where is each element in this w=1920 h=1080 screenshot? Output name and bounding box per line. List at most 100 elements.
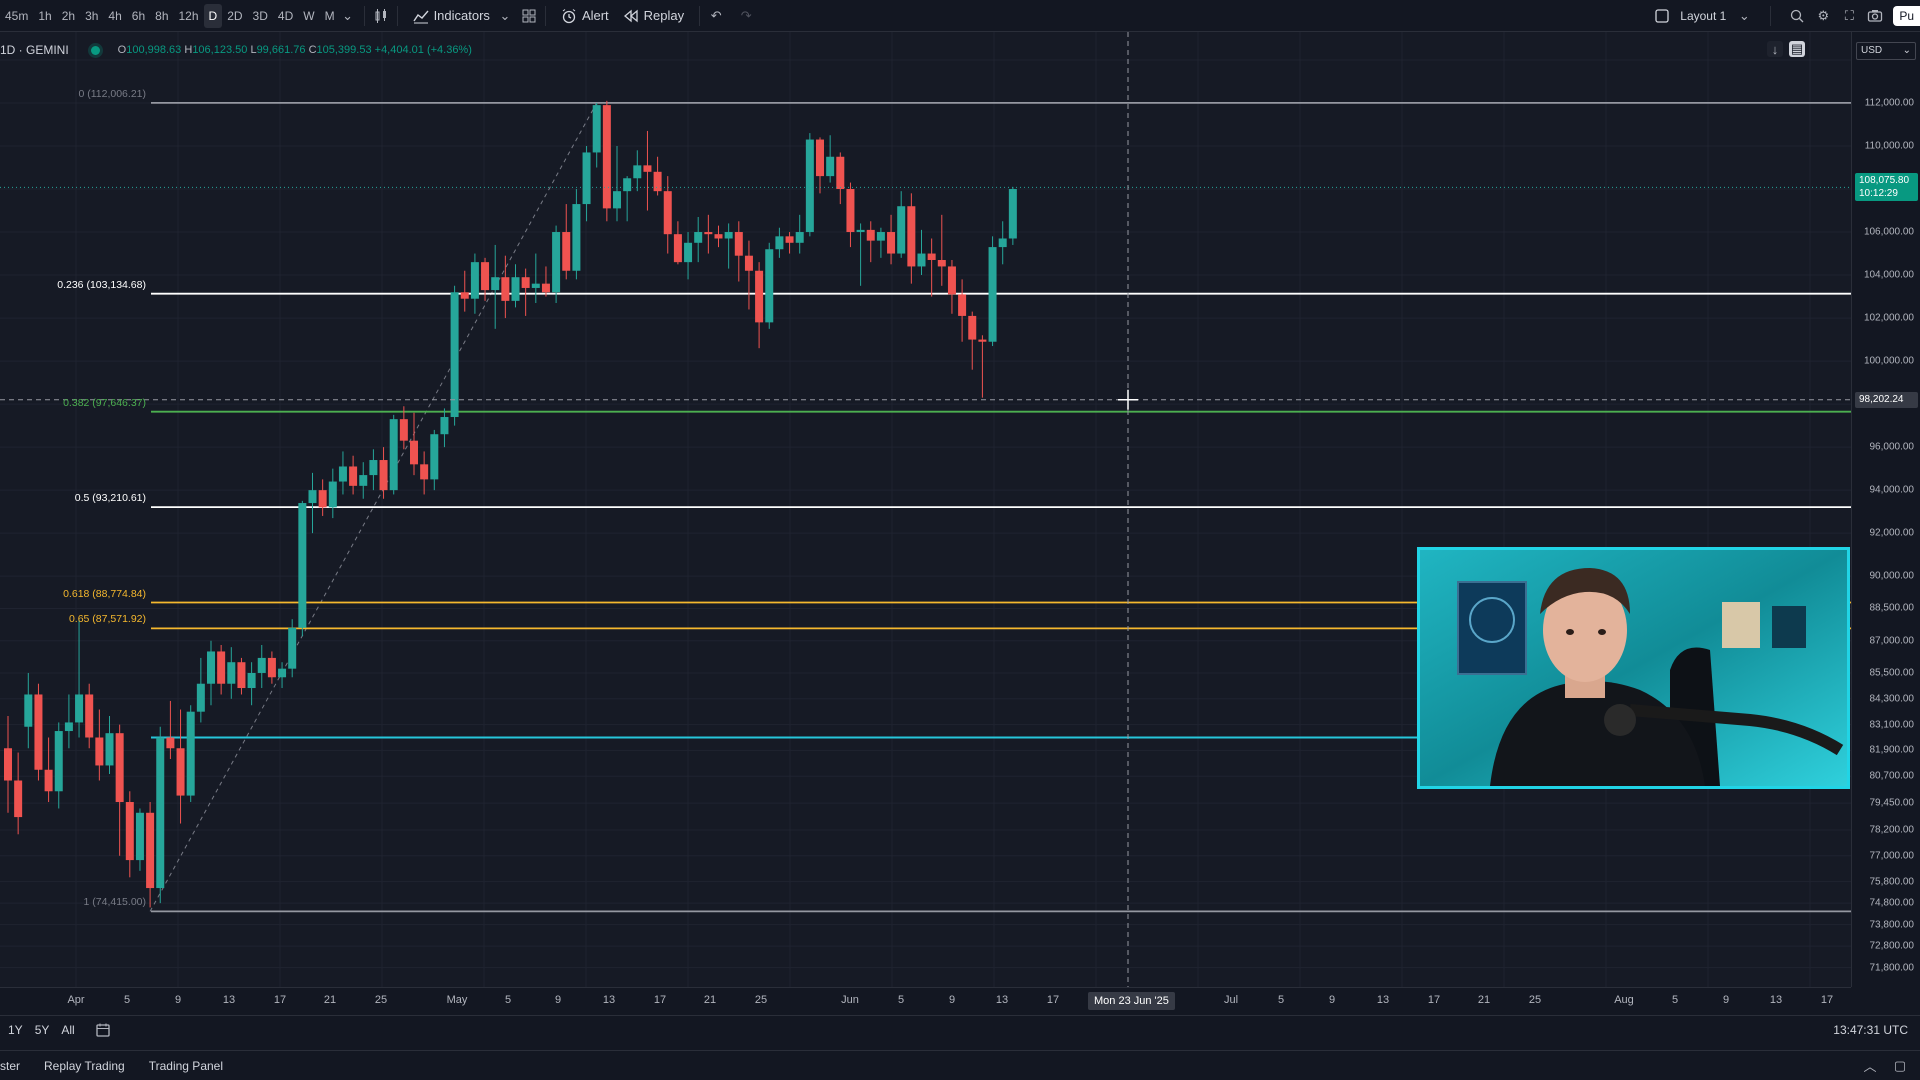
timeframe-8h[interactable]: 8h: [150, 4, 173, 28]
price-tick-label: 112,000.00: [1864, 97, 1914, 109]
candle-body: [653, 171, 662, 192]
candle-body: [115, 733, 124, 803]
indicators-button[interactable]: Indicators: [406, 3, 497, 29]
time-tick-label: 13: [1376, 994, 1390, 1006]
time-tick-label: Jun: [841, 994, 859, 1006]
candle-body: [369, 460, 378, 476]
price-axis[interactable]: ↓ ▤ USD⌄ 112,000.00110,000.00108,000.001…: [1767, 32, 1920, 987]
rewind-icon: [623, 8, 639, 24]
bottom-tab-trading-panel[interactable]: Trading Panel: [137, 1059, 235, 1073]
timeframe-3D[interactable]: 3D: [248, 4, 273, 28]
timeframe-W[interactable]: W: [298, 4, 319, 28]
toolbar-divider: [1770, 6, 1772, 26]
candle-body: [958, 294, 967, 316]
calendar-range-icon[interactable]: [95, 1022, 111, 1038]
candle-body: [389, 419, 398, 491]
price-tick-label: 94,000.00: [1869, 484, 1915, 496]
candlestick-chart[interactable]: [0, 32, 1851, 987]
arrow-down-icon[interactable]: ↓: [1767, 41, 1783, 57]
templates-grid-icon[interactable]: [521, 8, 537, 24]
quick-search-icon[interactable]: [1789, 8, 1805, 24]
price-tick-label: 79,450.00: [1869, 797, 1915, 809]
candle-body: [278, 668, 287, 678]
alert-button[interactable]: Alert: [554, 3, 616, 29]
candle-body: [785, 236, 794, 243]
range-1y[interactable]: 1Y: [2, 1023, 29, 1037]
timeframe-4D[interactable]: 4D: [273, 4, 298, 28]
candle-body: [602, 105, 611, 209]
candle-body: [633, 165, 642, 179]
candle-body: [613, 191, 621, 209]
toolbar-divider: [396, 5, 398, 26]
timeframe-1h[interactable]: 1h: [33, 4, 56, 28]
timeframe-4h[interactable]: 4h: [103, 4, 126, 28]
timeframe-12h[interactable]: 12h: [174, 4, 204, 28]
time-tick-label: 17: [273, 994, 287, 1006]
candle-body: [572, 204, 581, 271]
axis-controls: ↓ ▤: [1767, 41, 1805, 57]
time-tick-label: 17: [1427, 994, 1441, 1006]
candle-type-icon[interactable]: [373, 8, 389, 24]
candle-body: [4, 748, 12, 781]
object-tree-icon[interactable]: ▤: [1789, 41, 1805, 57]
price-tick-label: 104,000.00: [1863, 269, 1914, 281]
layout-square-icon[interactable]: [1654, 8, 1670, 24]
time-tick-label: 21: [703, 994, 717, 1006]
maximize-panel-icon[interactable]: ▢: [1892, 1058, 1908, 1074]
timeframe-6h[interactable]: 6h: [127, 4, 150, 28]
time-tick-label: 17: [653, 994, 667, 1006]
candle-body: [85, 694, 94, 738]
publish-button[interactable]: Pu: [1893, 6, 1920, 26]
timeframe-45m[interactable]: 45m: [0, 4, 33, 28]
candle-body: [298, 503, 307, 628]
chevron-down-icon[interactable]: ⌄: [497, 8, 513, 24]
candle-body: [988, 247, 997, 342]
utc-clock[interactable]: 13:47:31 UTC: [1833, 1023, 1908, 1037]
currency-select[interactable]: USD ⌄: [1856, 42, 1916, 60]
camera-icon[interactable]: [1867, 8, 1883, 24]
timeframe-M[interactable]: M: [320, 4, 340, 28]
candle-body: [54, 731, 63, 792]
candle-body: [196, 683, 205, 712]
timeframe-2D[interactable]: 2D: [222, 4, 247, 28]
bottom-tab-ster[interactable]: ster: [0, 1059, 32, 1073]
replay-button[interactable]: Replay: [616, 3, 691, 29]
time-tick-label: 5: [897, 994, 905, 1006]
redo-icon[interactable]: ↷: [738, 8, 754, 24]
chevron-down-icon[interactable]: ⌄: [1736, 8, 1752, 24]
time-tick-label: Apr: [67, 994, 85, 1006]
candle-body: [491, 277, 500, 291]
symbol-name[interactable]: 1D · GEMINI: [0, 43, 69, 57]
candle-body: [379, 460, 388, 491]
candle-body: [146, 812, 155, 889]
chart-area[interactable]: [0, 32, 1851, 987]
price-tick-label: 96,000.00: [1869, 441, 1915, 453]
candle-body: [663, 191, 672, 235]
range-all[interactable]: All: [55, 1023, 80, 1037]
chevron-up-icon[interactable]: ︿: [1862, 1058, 1878, 1074]
candle-body: [288, 627, 297, 669]
crosshair-date-tag: Mon 23 Jun '25: [1088, 992, 1175, 1010]
range-5y[interactable]: 5Y: [29, 1023, 56, 1037]
candle-body: [917, 253, 926, 267]
time-tick-label: 13: [995, 994, 1009, 1006]
time-tick-label: 5: [123, 994, 131, 1006]
candle-body: [836, 156, 845, 190]
time-axis[interactable]: Apr 5 9 13 17 21 25 May 5 9 13 17 21 25 Jun 5 9 13 17 Jul 5 9…: [0, 987, 1851, 1015]
layout-label[interactable]: Layout 1: [1680, 9, 1726, 23]
candle-body: [95, 737, 104, 766]
undo-icon[interactable]: ↶: [708, 8, 724, 24]
price-tick-label: 90,000.00: [1869, 570, 1915, 582]
chevron-down-icon[interactable]: ⌄: [340, 8, 356, 24]
timeframe-D[interactable]: D: [203, 3, 223, 28]
candle-body: [937, 259, 946, 267]
timeframe-2h[interactable]: 2h: [57, 4, 80, 28]
settings-gear-icon[interactable]: ⚙: [1815, 8, 1831, 24]
candle-body: [501, 277, 510, 301]
bottom-tab-replay-trading[interactable]: Replay Trading: [32, 1059, 137, 1073]
timeframe-3h[interactable]: 3h: [80, 4, 103, 28]
price-tick-label: 78,200.00: [1869, 824, 1915, 836]
candle-body: [450, 292, 459, 418]
time-tick-label: Jul: [1223, 994, 1239, 1006]
fullscreen-icon[interactable]: ⛶: [1841, 8, 1857, 24]
